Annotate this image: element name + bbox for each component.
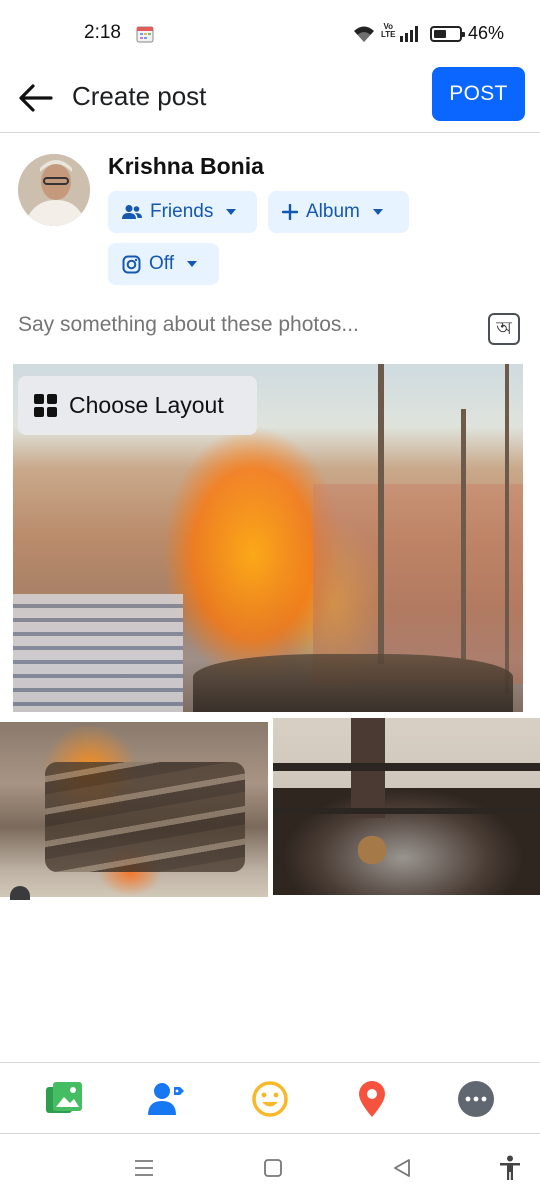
plus-icon xyxy=(282,204,298,220)
instagram-icon xyxy=(122,255,141,274)
menu-icon[interactable] xyxy=(130,1154,158,1182)
post-text-input[interactable] xyxy=(18,312,478,338)
friends-icon xyxy=(122,204,142,220)
composer-toolbar xyxy=(0,1062,540,1134)
caret-down-icon xyxy=(186,260,198,268)
choose-layout-button[interactable]: Choose Layout xyxy=(18,376,257,435)
volte-indicator: Vo LTE xyxy=(381,22,396,39)
avatar xyxy=(18,154,90,226)
wifi-icon xyxy=(352,25,376,48)
audience-label: Friends xyxy=(150,201,214,222)
photo-2[interactable] xyxy=(0,722,268,897)
post-button[interactable]: POST xyxy=(432,67,525,121)
caret-down-icon xyxy=(225,208,237,216)
page-title: Create post xyxy=(72,81,207,111)
more-icon[interactable] xyxy=(456,1079,496,1119)
accessibility-icon[interactable] xyxy=(496,1154,524,1182)
photo-icon[interactable] xyxy=(44,1079,84,1119)
check-in-icon[interactable] xyxy=(352,1079,392,1119)
app-header: Create post POST xyxy=(0,66,540,133)
tag-people-icon[interactable] xyxy=(146,1079,186,1119)
instagram-share-selector[interactable]: Off xyxy=(108,243,219,285)
status-bar: 2:18 Vo LTE 46% xyxy=(0,0,540,66)
user-name: Krishna Bonia xyxy=(108,153,264,179)
instagram-label: Off xyxy=(149,253,174,274)
battery-percent: 46% xyxy=(468,23,505,43)
audience-selector[interactable]: Friends xyxy=(108,191,257,233)
signal-icon xyxy=(400,26,420,47)
feeling-icon[interactable] xyxy=(250,1079,290,1119)
album-selector[interactable]: Album xyxy=(268,191,409,233)
album-label: Album xyxy=(306,201,360,222)
back-icon[interactable] xyxy=(388,1154,416,1182)
photo-3[interactable] xyxy=(273,718,540,895)
choose-layout-label: Choose Layout xyxy=(69,392,224,418)
home-icon[interactable] xyxy=(259,1154,287,1182)
calendar-notification-icon xyxy=(136,24,154,43)
transliterate-icon[interactable]: অ xyxy=(488,313,520,345)
camera-icon xyxy=(10,886,30,900)
back-arrow-icon[interactable] xyxy=(16,78,56,118)
battery-icon xyxy=(430,26,465,42)
caret-down-icon xyxy=(372,208,384,216)
status-time: 2:18 xyxy=(84,22,121,43)
layout-grid-icon xyxy=(34,394,57,417)
system-nav-bar xyxy=(0,1134,540,1200)
